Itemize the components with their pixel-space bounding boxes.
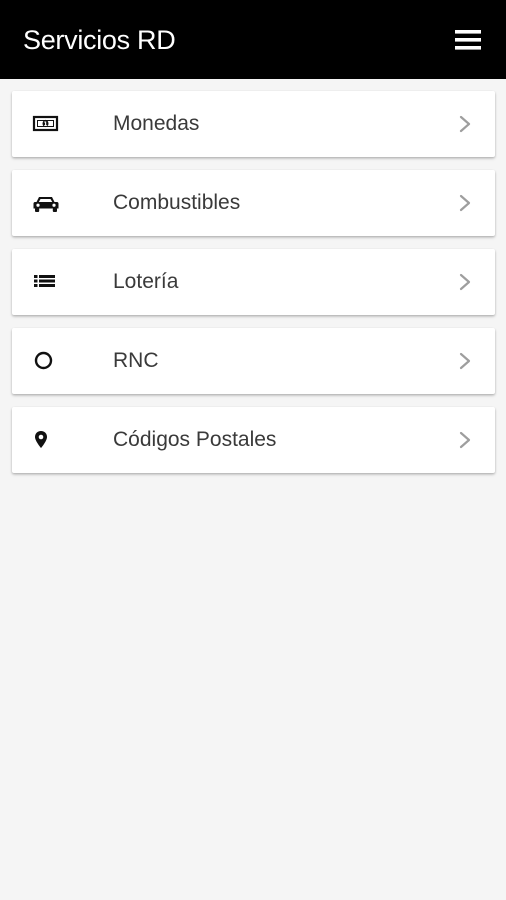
- list-item-label: Lotería: [113, 270, 179, 293]
- list-item-label: RNC: [113, 349, 159, 372]
- app-title: Servicios RD: [23, 25, 176, 55]
- services-list: 1 Monedas Combustibles Lotería RNC Códig…: [12, 91, 495, 486]
- chevron-right-icon: [459, 115, 471, 133]
- map-pin-icon: [32, 427, 60, 453]
- list-item-monedas[interactable]: 1 Monedas: [12, 91, 495, 157]
- money-bill-icon: 1: [32, 111, 60, 137]
- list-item-codigos-postales[interactable]: Códigos Postales: [12, 407, 495, 473]
- list-item-label: Monedas: [113, 112, 200, 135]
- chevron-right-icon: [459, 194, 471, 212]
- list-item-label: Códigos Postales: [113, 428, 277, 451]
- car-icon: [32, 190, 60, 216]
- list-icon: [32, 269, 60, 295]
- app-header: Servicios RD: [0, 0, 506, 79]
- list-item-rnc[interactable]: RNC: [12, 328, 495, 394]
- list-item-combustibles[interactable]: Combustibles: [12, 170, 495, 236]
- circle-icon: [32, 348, 60, 374]
- chevron-right-icon: [459, 431, 471, 449]
- menu-button[interactable]: [448, 22, 488, 58]
- hamburger-menu-icon: [455, 30, 481, 50]
- chevron-right-icon: [459, 352, 471, 370]
- chevron-right-icon: [459, 273, 471, 291]
- list-item-loteria[interactable]: Lotería: [12, 249, 495, 315]
- svg-text:1: 1: [43, 121, 47, 128]
- list-item-label: Combustibles: [113, 191, 241, 214]
